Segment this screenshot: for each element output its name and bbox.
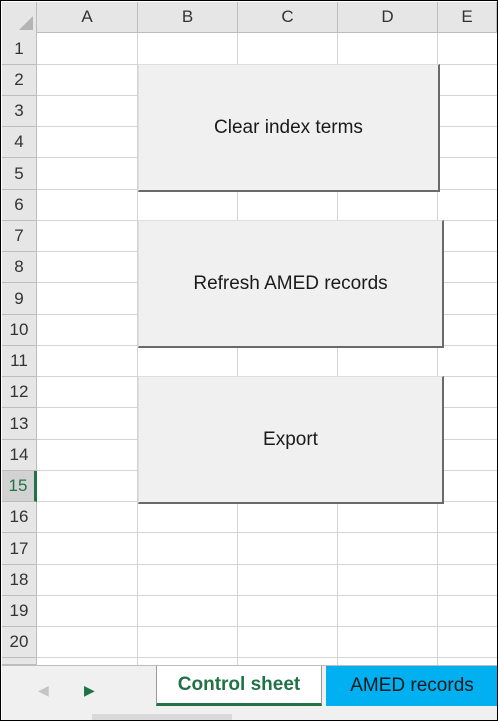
row-header-4[interactable]: 4 <box>2 127 37 158</box>
row-header-10[interactable]: 10 <box>2 315 37 346</box>
select-all-corner[interactable] <box>2 2 37 34</box>
row-header-3[interactable]: 3 <box>2 96 37 127</box>
row-header-7[interactable]: 7 <box>2 221 37 252</box>
row-header-6[interactable]: 6 <box>2 190 37 221</box>
row-header-21-partial <box>2 658 37 665</box>
row-header-20[interactable]: 20 <box>2 627 37 658</box>
row-header-16[interactable]: 16 <box>2 502 37 533</box>
tab-amed-records[interactable]: AMED records <box>326 666 497 706</box>
row-header-12[interactable]: 12 <box>2 377 37 408</box>
column-header-a[interactable]: A <box>37 2 138 33</box>
export-button[interactable]: Export <box>138 376 444 504</box>
gridline <box>37 564 497 565</box>
row-header-2[interactable]: 2 <box>2 65 37 96</box>
row-header-11[interactable]: 11 <box>2 346 37 377</box>
triangle-right-icon[interactable]: ▶ <box>84 682 95 699</box>
column-header-b[interactable]: B <box>138 2 238 33</box>
spreadsheet-window: A B C D E 1 2 3 4 5 6 7 8 9 10 11 12 13 … <box>0 0 498 721</box>
row-header-14[interactable]: 14 <box>2 440 37 471</box>
triangle-left-icon[interactable]: ◀ <box>38 682 49 699</box>
column-header-c[interactable]: C <box>238 2 338 33</box>
row-header-15[interactable]: 15 <box>2 471 37 502</box>
row-header-18[interactable]: 18 <box>2 565 37 596</box>
column-header-d[interactable]: D <box>338 2 438 33</box>
refresh-amed-records-button[interactable]: Refresh AMED records <box>138 220 444 348</box>
row-header-8[interactable]: 8 <box>2 252 37 283</box>
gridline <box>37 657 497 658</box>
row-header-9[interactable]: 9 <box>2 283 37 315</box>
tab-control-sheet[interactable]: Control sheet <box>156 666 322 706</box>
sheet-tab-bar: ◀ ▶ Control sheet AMED records <box>2 665 497 720</box>
clear-index-terms-button[interactable]: Clear index terms <box>138 64 440 192</box>
gridline <box>37 595 497 596</box>
gridline <box>37 626 497 627</box>
row-header-1[interactable]: 1 <box>2 33 37 65</box>
gridline <box>37 532 497 533</box>
row-header-19[interactable]: 19 <box>2 596 37 627</box>
column-header-e[interactable]: E <box>438 2 497 33</box>
horizontal-scrollbar[interactable] <box>92 714 232 720</box>
select-all-triangle-icon <box>19 16 33 30</box>
row-header-13[interactable]: 13 <box>2 408 37 440</box>
row-header-17[interactable]: 17 <box>2 533 37 565</box>
row-header-5[interactable]: 5 <box>2 158 37 190</box>
